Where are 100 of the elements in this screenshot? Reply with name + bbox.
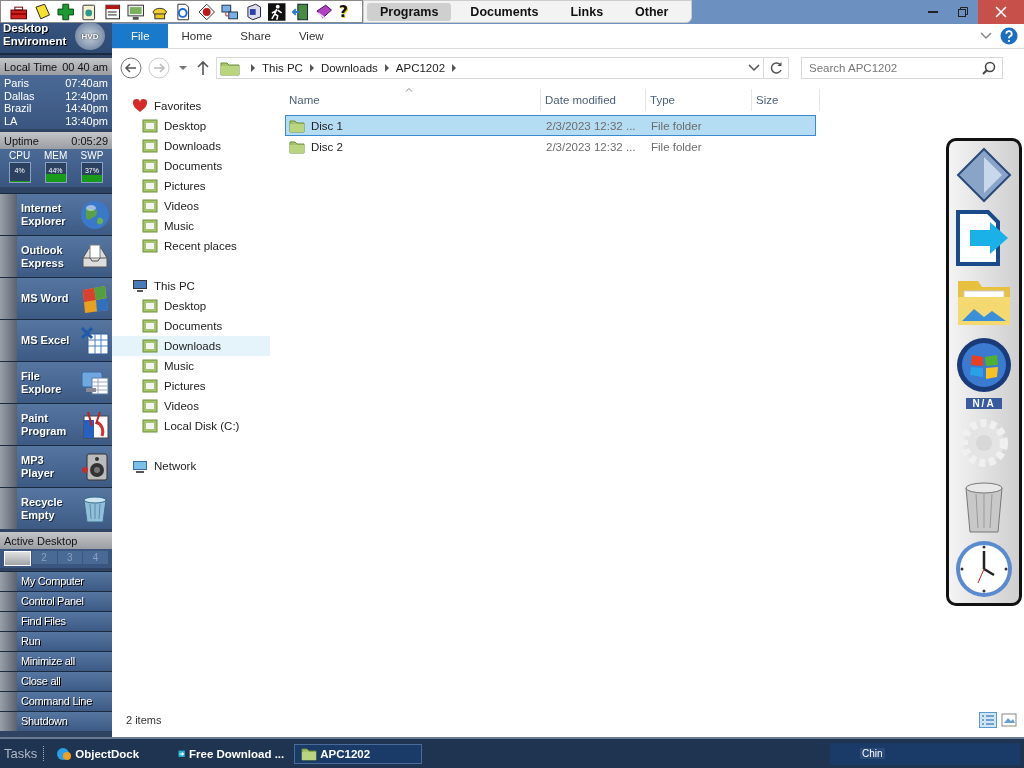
nav-item[interactable]: Documents [112, 316, 270, 336]
chevron-down-icon[interactable] [980, 31, 992, 41]
refresh-button[interactable] [764, 57, 789, 79]
up-arrow-icon[interactable] [196, 60, 210, 76]
document-icon[interactable] [174, 2, 192, 21]
trash-can-icon [80, 493, 110, 524]
column-header[interactable]: Name [285, 89, 541, 111]
minimize-icon [928, 11, 938, 13]
column-header[interactable]: Type [646, 89, 752, 111]
section-label: Active Desktop [4, 534, 78, 547]
ribbon-tab[interactable]: Home [167, 24, 227, 48]
nav-item[interactable]: Pictures [112, 176, 270, 196]
large-icons-view-icon[interactable] [1000, 712, 1018, 728]
breadcrumb[interactable]: Downloads [320, 62, 378, 74]
network-icon[interactable] [221, 2, 239, 21]
side-strip [0, 488, 17, 529]
file-row[interactable]: Disc 1 2/3/2023 12:32 ... File folder [285, 115, 816, 136]
menu-item[interactable]: Run [17, 632, 112, 651]
taskbar-label: Tasks [4, 746, 45, 761]
nav-item[interactable]: Documents [112, 156, 270, 176]
side-strip [0, 712, 17, 731]
nav-item[interactable]: Network [112, 456, 270, 476]
nav-item[interactable]: This PC [112, 276, 270, 296]
nav-item[interactable]: Music [112, 356, 270, 376]
nav-item[interactable]: Recent places [112, 236, 270, 256]
menu-item[interactable]: Shutdown [17, 712, 112, 731]
search-icon [982, 61, 996, 75]
task-button[interactable]: APC1202 [294, 743, 423, 764]
meter-label: SWP [80, 150, 104, 161]
breadcrumb[interactable]: This PC [262, 62, 303, 74]
menu-item[interactable]: Find Files [17, 612, 112, 631]
menu-tab[interactable]: Programs [367, 2, 452, 21]
tray-text: Chin [860, 748, 885, 759]
file-type: File folder [650, 119, 703, 132]
meter-label: CPU [9, 150, 31, 161]
help-icon[interactable] [1000, 27, 1018, 45]
search-field[interactable]: Search APC1202 [801, 57, 1003, 79]
help-icon[interactable]: ? [338, 2, 349, 21]
jar-icon[interactable] [80, 2, 98, 21]
nav-item[interactable]: Desktop [112, 296, 270, 316]
close-button[interactable] [978, 0, 1024, 24]
nav-item[interactable]: Downloads [112, 136, 270, 156]
chevron-down-icon[interactable] [748, 63, 760, 73]
menu-tab[interactable]: Documents [457, 2, 552, 21]
running-figure-icon[interactable] [268, 2, 286, 21]
refresh-icon [769, 61, 783, 75]
door-icon[interactable] [291, 2, 310, 21]
menu-item[interactable]: Minimize all [17, 652, 112, 671]
menu-item[interactable]: My Computer [17, 572, 112, 591]
plus-icon[interactable] [56, 2, 75, 21]
nav-item[interactable]: Pictures [112, 376, 270, 396]
file-row[interactable]: Disc 2 2/3/2023 12:32 ... File folder [285, 136, 816, 157]
nav-item[interactable]: Favorites [112, 96, 270, 116]
city-name: LA [4, 114, 18, 127]
nav-item[interactable]: Downloads [112, 336, 270, 356]
city-name: Brazil [4, 102, 32, 115]
paint-canvas-icon [80, 409, 110, 440]
nav-item[interactable]: Music [112, 216, 270, 236]
file-date: 2/3/2023 12:32 ... [545, 119, 637, 132]
window-icon[interactable] [103, 2, 122, 21]
file-menu-tab[interactable]: File [112, 24, 168, 48]
address-bar[interactable]: This PC Downloads APC1202 [216, 57, 764, 79]
swirl-icon [56, 745, 73, 762]
task-button[interactable]: ObjectDock [50, 743, 169, 764]
close-icon [995, 6, 1007, 18]
ribbon-tab[interactable]: View [284, 24, 338, 48]
city-name: Dallas [4, 89, 35, 102]
column-header[interactable]: Size [752, 89, 820, 111]
nav-item[interactable]: Videos [112, 396, 270, 416]
menu-item[interactable]: Control Panel [17, 592, 112, 611]
ribbon-tab[interactable]: Share [226, 24, 285, 48]
nav-item[interactable]: Local Disk (C:) [112, 416, 270, 436]
task-button[interactable]: Free Download ... [172, 743, 291, 764]
caret-icon[interactable] [178, 64, 188, 72]
cube-icon[interactable] [244, 2, 263, 21]
side-strip [0, 278, 17, 319]
computer-icon [132, 278, 148, 294]
city-name: Paris [4, 77, 30, 90]
note-icon[interactable] [33, 2, 51, 21]
side-strip [0, 320, 17, 361]
diamond-icon[interactable] [197, 2, 216, 21]
section-value: 00 40 am [62, 60, 108, 73]
monitor-icon[interactable] [127, 2, 145, 21]
breadcrumb[interactable]: APC1202 [395, 62, 446, 74]
clock-icon[interactable] [954, 539, 1014, 600]
speaker-icon [80, 451, 110, 482]
menu-item[interactable]: Command Line [17, 692, 112, 711]
breadcrumb-arrow-icon [450, 63, 459, 73]
book-icon[interactable] [315, 2, 333, 21]
heart-icon [132, 98, 148, 114]
breadcrumb-arrow-icon [249, 63, 257, 73]
city-time: 13:40pm [65, 114, 108, 127]
column-header[interactable]: Date modified [541, 89, 646, 111]
menu-tab[interactable]: Links [557, 2, 617, 21]
nav-item[interactable]: Desktop [112, 116, 270, 136]
side-strip [0, 592, 17, 611]
nav-item[interactable]: Videos [112, 196, 270, 216]
menu-tab[interactable]: Other [622, 2, 682, 21]
menu-item[interactable]: Close all [17, 672, 112, 691]
section-value: 0:05:29 [71, 134, 108, 147]
